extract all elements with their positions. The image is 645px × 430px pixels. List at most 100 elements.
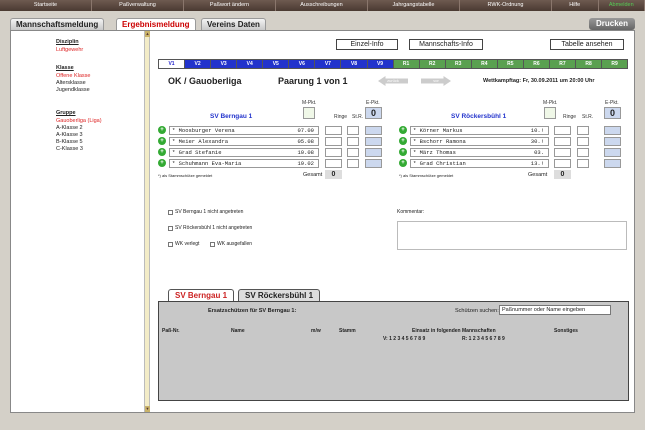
epkt-input[interactable] [365, 148, 382, 157]
tab-mannschaftsmeldung[interactable]: Mannschaftsmeldung [10, 18, 105, 30]
guest-player-select[interactable]: * Grad Christian 13.! [410, 159, 549, 168]
add-player-icon[interactable]: + [399, 137, 407, 145]
epkt-input[interactable] [604, 126, 621, 135]
str-input[interactable] [577, 148, 589, 157]
ringe-input[interactable] [554, 137, 571, 146]
home-player-select[interactable]: * Schuhmann Eva-Maria 19.02 [169, 159, 319, 168]
tab-r2[interactable]: R2 [419, 60, 445, 68]
checkbox-box[interactable] [168, 241, 173, 247]
sidebar-item-c-klasse-3[interactable]: C-Klasse 3 [56, 146, 102, 153]
player-search-input[interactable]: Paßnummer oder Name eingeben [499, 305, 611, 315]
str-input[interactable] [347, 126, 359, 135]
tab-home-reserve[interactable]: SV Berngau 1 [168, 289, 235, 301]
nav-jahrgangstabelle[interactable]: Jahrgangstabelle [368, 0, 460, 11]
print-button[interactable]: Drucken [588, 18, 635, 30]
tabelle-ansehen-button[interactable]: Tabelle ansehen [550, 39, 624, 50]
checkbox-box[interactable] [168, 209, 173, 215]
next-pairing-button[interactable]: vor [421, 76, 451, 86]
mannschafts-info-button[interactable]: Mannschafts-Info [409, 39, 483, 50]
add-player-icon[interactable]: + [158, 159, 166, 167]
tab-r5[interactable]: R5 [497, 60, 523, 68]
scroll-down-icon[interactable]: ▼ [145, 406, 150, 412]
sidebar-scrollbar[interactable]: ▲ ▼ [144, 31, 150, 412]
wk-ausgefallen-checkbox[interactable]: WK ausgefallen [210, 241, 252, 247]
home-player-select[interactable]: * Meier Alexandra 05.08 [169, 137, 319, 146]
nav-passverwaltung[interactable]: Paßverwaltung [92, 0, 184, 11]
ringe-input[interactable] [554, 148, 571, 157]
checkbox-box[interactable] [210, 241, 215, 247]
sidebar-item-gauoberliga[interactable]: Gauoberliga (Liga) [56, 118, 102, 125]
tab-v8[interactable]: V8 [341, 60, 367, 68]
tab-r8[interactable]: R8 [576, 60, 602, 68]
tab-guest-reserve[interactable]: SV Röckersbühl 1 [238, 289, 321, 301]
epkt-input[interactable] [604, 148, 621, 157]
epkt-input[interactable] [365, 137, 382, 146]
sidebar-item-luftgewehr[interactable]: Luftgewehr [56, 47, 83, 54]
guest-player-select[interactable]: * Bschorr Ramona 30.! [410, 137, 549, 146]
tab-v1[interactable]: V1 [159, 60, 185, 68]
scroll-up-icon[interactable]: ▲ [145, 31, 150, 37]
tab-v3[interactable]: V3 [211, 60, 237, 68]
add-player-icon[interactable]: + [158, 126, 166, 134]
str-input[interactable] [347, 148, 359, 157]
tab-v4[interactable]: V4 [237, 60, 263, 68]
home-player-select[interactable]: * Grad Stefanie 10.08 [169, 148, 319, 157]
tab-v2[interactable]: V2 [185, 60, 211, 68]
kommentar-textarea[interactable] [397, 221, 627, 250]
tab-r3[interactable]: R3 [445, 60, 471, 68]
checkbox-box[interactable] [168, 225, 173, 231]
tab-r6[interactable]: R6 [523, 60, 549, 68]
home-mpkt-input[interactable] [303, 107, 315, 119]
nav-hilfe[interactable]: Hilfe [552, 0, 599, 11]
add-player-icon[interactable]: + [399, 159, 407, 167]
ringe-input[interactable] [554, 126, 571, 135]
home-player-select[interactable]: * Moosburger Verena 07.09 [169, 126, 319, 135]
nav-startseite[interactable]: Startseite [0, 0, 92, 11]
str-input[interactable] [577, 126, 589, 135]
tab-v5[interactable]: V5 [263, 60, 289, 68]
epkt-input[interactable] [365, 159, 382, 168]
ringe-input[interactable] [325, 126, 342, 135]
tab-r1[interactable]: R1 [393, 60, 419, 68]
epkt-input[interactable] [365, 126, 382, 135]
guest-player-select[interactable]: * März Thomas 03. [410, 148, 549, 157]
add-player-icon[interactable]: + [158, 137, 166, 145]
add-player-icon[interactable]: + [399, 148, 407, 156]
tab-v6[interactable]: V6 [289, 60, 315, 68]
nav-abmelden[interactable]: Abmelden [599, 0, 645, 11]
add-player-icon[interactable]: + [399, 126, 407, 134]
str-input[interactable] [347, 159, 359, 168]
tab-r7[interactable]: R7 [549, 60, 575, 68]
wk-verlegt-checkbox[interactable]: WK verlegt [168, 241, 199, 247]
tab-v7[interactable]: V7 [315, 60, 341, 68]
sidebar-item-jugendklasse[interactable]: Jugendklasse [56, 87, 90, 94]
ringe-input[interactable] [554, 159, 571, 168]
nav-rwk-ordnung[interactable]: RWK-Ordnung [460, 0, 552, 11]
epkt-input[interactable] [604, 159, 621, 168]
tab-r4[interactable]: R4 [471, 60, 497, 68]
nav-ausschreibungen[interactable]: Ausschreibungen [276, 0, 368, 11]
sidebar-item-offene-klasse[interactable]: Offene Klasse [56, 73, 90, 80]
str-input[interactable] [347, 137, 359, 146]
ringe-input[interactable] [325, 137, 342, 146]
prev-pairing-button[interactable]: zurück [378, 76, 408, 86]
ringe-input[interactable] [325, 159, 342, 168]
add-player-icon[interactable]: + [158, 148, 166, 156]
guest-not-attended-checkbox[interactable]: SV Röckersbühl 1 nicht angetreten [168, 225, 252, 231]
home-not-attended-checkbox[interactable]: SV Berngau 1 nicht angetreten [168, 209, 243, 215]
guest-mpkt-input[interactable] [544, 107, 556, 119]
sidebar-item-b-klasse-5[interactable]: B-Klasse 5 [56, 139, 102, 146]
tab-v9[interactable]: V9 [367, 60, 393, 68]
einzel-info-button[interactable]: Einzel-Info [336, 39, 398, 50]
str-input[interactable] [577, 159, 589, 168]
tab-r9[interactable]: R9 [602, 60, 628, 68]
sidebar-item-altersklasse[interactable]: Altersklasse [56, 80, 90, 87]
nav-passwort-aendern[interactable]: Paßwort ändern [184, 0, 276, 11]
epkt-input[interactable] [604, 137, 621, 146]
guest-player-select[interactable]: * Körner Markus 10.! [410, 126, 549, 135]
str-input[interactable] [577, 137, 589, 146]
tab-vereins-daten[interactable]: Vereins Daten [201, 18, 266, 30]
sidebar-item-a-klasse-3[interactable]: A-Klasse 3 [56, 132, 102, 139]
ringe-input[interactable] [325, 148, 342, 157]
sidebar-item-a-klasse-2[interactable]: A-Klasse 2 [56, 125, 102, 132]
